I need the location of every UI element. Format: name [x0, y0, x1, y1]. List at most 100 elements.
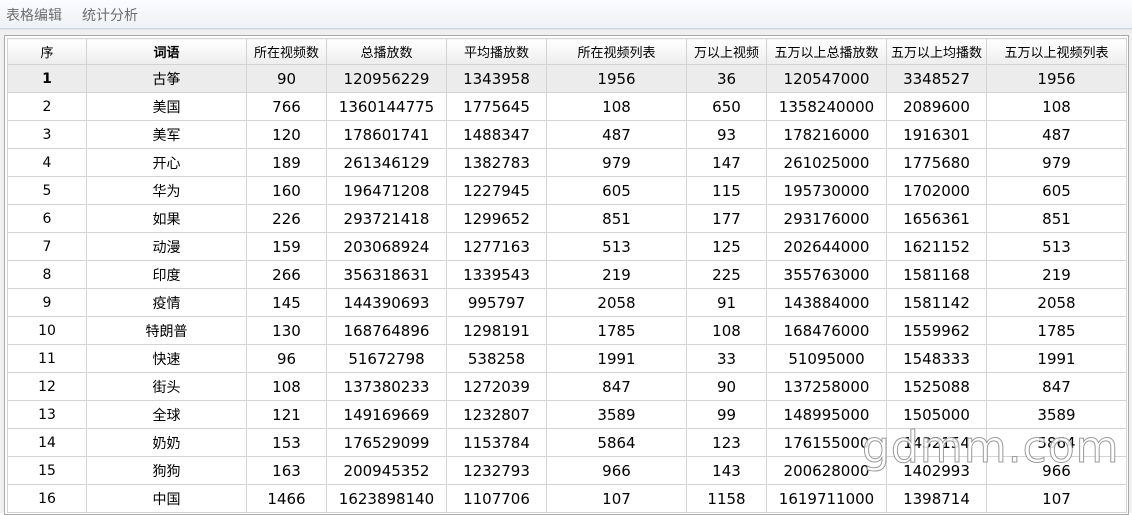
cell-avg-plays[interactable]: 1272039 [446, 372, 547, 401]
cell-avg-plays[interactable]: 1298191 [446, 316, 547, 345]
cell-over-10k-videos[interactable]: 123 [686, 428, 767, 457]
cell-video-count[interactable]: 153 [246, 428, 327, 457]
cell-video-count[interactable]: 226 [246, 204, 327, 233]
cell-word[interactable]: 开心 [86, 148, 247, 177]
cell-over-10k-videos[interactable]: 33 [686, 344, 767, 373]
cell-total-plays[interactable]: 1360144775 [326, 92, 447, 121]
cell-video-list[interactable]: 487 [546, 120, 687, 149]
cell-over-10k-videos[interactable]: 90 [686, 372, 767, 401]
table-row[interactable]: 16 中国 1466 1623898140 1107706 107 1158 16197110… [7, 484, 1127, 513]
table-row[interactable]: 6 如果 226 293721418 1299652 851 177 293176000 165… [7, 204, 1127, 233]
column-header-over-50k-avg-plays[interactable]: 五万以上均播数 [886, 38, 987, 65]
cell-video-list[interactable]: 851 [546, 204, 687, 233]
cell-seq[interactable]: 12 [7, 372, 87, 401]
cell-over-50k-total-plays[interactable]: 176155000 [766, 428, 887, 457]
cell-total-plays[interactable]: 196471208 [326, 176, 447, 205]
cell-over-50k-total-plays[interactable]: 120547000 [766, 64, 887, 93]
cell-over-50k-video-list[interactable]: 1956 [986, 64, 1127, 93]
cell-word[interactable]: 如果 [86, 204, 247, 233]
cell-over-50k-avg-plays[interactable]: 1916301 [886, 120, 987, 149]
cell-over-50k-total-plays[interactable]: 293176000 [766, 204, 887, 233]
cell-over-10k-videos[interactable]: 125 [686, 232, 767, 261]
cell-video-count[interactable]: 189 [246, 148, 327, 177]
cell-over-50k-total-plays[interactable]: 143884000 [766, 288, 887, 317]
cell-over-50k-total-plays[interactable]: 261025000 [766, 148, 887, 177]
cell-avg-plays[interactable]: 1775645 [446, 92, 547, 121]
cell-word[interactable]: 印度 [86, 260, 247, 289]
cell-video-count[interactable]: 121 [246, 400, 327, 429]
cell-over-50k-total-plays[interactable]: 148995000 [766, 400, 887, 429]
cell-seq[interactable]: 15 [7, 456, 87, 485]
cell-word[interactable]: 全球 [86, 400, 247, 429]
cell-total-plays[interactable]: 200945352 [326, 456, 447, 485]
cell-over-50k-video-list[interactable]: 1785 [986, 316, 1127, 345]
cell-video-count[interactable]: 160 [246, 176, 327, 205]
cell-word[interactable]: 中国 [86, 484, 247, 513]
cell-over-50k-total-plays[interactable]: 195730000 [766, 176, 887, 205]
cell-seq[interactable]: 8 [7, 260, 87, 289]
cell-over-50k-video-list[interactable]: 487 [986, 120, 1127, 149]
cell-over-10k-videos[interactable]: 1158 [686, 484, 767, 513]
column-header-over-10k-videos[interactable]: 万以上视频 [686, 38, 767, 65]
cell-over-10k-videos[interactable]: 177 [686, 204, 767, 233]
cell-total-plays[interactable]: 293721418 [326, 204, 447, 233]
table-row[interactable]: 15 狗狗 163 200945352 1232793 966 143 200628000 14… [7, 456, 1127, 485]
cell-avg-plays[interactable]: 1107706 [446, 484, 547, 513]
cell-video-list[interactable]: 219 [546, 260, 687, 289]
cell-over-10k-videos[interactable]: 91 [686, 288, 767, 317]
cell-avg-plays[interactable]: 1153784 [446, 428, 547, 457]
cell-seq[interactable]: 6 [7, 204, 87, 233]
cell-total-plays[interactable]: 178601741 [326, 120, 447, 149]
cell-over-50k-video-list[interactable]: 851 [986, 204, 1127, 233]
cell-seq[interactable]: 9 [7, 288, 87, 317]
cell-over-50k-total-plays[interactable]: 51095000 [766, 344, 887, 373]
cell-total-plays[interactable]: 51672798 [326, 344, 447, 373]
table-row[interactable]: 13 全球 121 149169669 1232807 3589 99 148995000 15… [7, 400, 1127, 429]
cell-total-plays[interactable]: 176529099 [326, 428, 447, 457]
cell-over-10k-videos[interactable]: 225 [686, 260, 767, 289]
cell-avg-plays[interactable]: 1277163 [446, 232, 547, 261]
cell-over-50k-total-plays[interactable]: 1619711000 [766, 484, 887, 513]
cell-total-plays[interactable]: 149169669 [326, 400, 447, 429]
cell-over-50k-avg-plays[interactable]: 1656361 [886, 204, 987, 233]
menu-statistics[interactable]: 统计分析 [82, 5, 138, 25]
cell-total-plays[interactable]: 261346129 [326, 148, 447, 177]
cell-word[interactable]: 疫情 [86, 288, 247, 317]
cell-avg-plays[interactable]: 1299652 [446, 204, 547, 233]
table-row[interactable]: 5 华为 160 196471208 1227945 605 115 195730000 170… [7, 176, 1127, 205]
table-row[interactable]: 12 街头 108 137380233 1272039 847 90 137258000 152… [7, 372, 1127, 401]
cell-word[interactable]: 动漫 [86, 232, 247, 261]
table-row[interactable]: 10 特朗普 130 168764896 1298191 1785 108 168476000… [7, 316, 1127, 345]
cell-video-list[interactable]: 2058 [546, 288, 687, 317]
cell-over-10k-videos[interactable]: 93 [686, 120, 767, 149]
cell-avg-plays[interactable]: 1339543 [446, 260, 547, 289]
cell-total-plays[interactable]: 120956229 [326, 64, 447, 93]
cell-seq[interactable]: 3 [7, 120, 87, 149]
cell-over-50k-total-plays[interactable]: 1358240000 [766, 92, 887, 121]
cell-over-10k-videos[interactable]: 143 [686, 456, 767, 485]
cell-total-plays[interactable]: 356318631 [326, 260, 447, 289]
table-row[interactable]: 11 快速 96 51672798 538258 1991 33 51095000 154833… [7, 344, 1127, 373]
cell-seq[interactable]: 5 [7, 176, 87, 205]
cell-over-50k-total-plays[interactable]: 137258000 [766, 372, 887, 401]
cell-over-50k-avg-plays[interactable]: 1525088 [886, 372, 987, 401]
column-header-over-50k-total-plays[interactable]: 五万以上总播放数 [766, 38, 887, 65]
cell-over-50k-total-plays[interactable]: 355763000 [766, 260, 887, 289]
cell-over-50k-video-list[interactable]: 5864 [986, 428, 1127, 457]
cell-word[interactable]: 奶奶 [86, 428, 247, 457]
column-header-video-list[interactable]: 所在视频列表 [546, 38, 687, 65]
cell-over-50k-video-list[interactable]: 605 [986, 176, 1127, 205]
cell-total-plays[interactable]: 168764896 [326, 316, 447, 345]
cell-over-50k-avg-plays[interactable]: 1432154 [886, 428, 987, 457]
cell-avg-plays[interactable]: 1488347 [446, 120, 547, 149]
cell-over-50k-video-list[interactable]: 107 [986, 484, 1127, 513]
cell-avg-plays[interactable]: 1227945 [446, 176, 547, 205]
table-row[interactable]: 1 古筝 90 120956229 1343958 1956 36 120547000 3348… [7, 64, 1127, 93]
table-row[interactable]: 7 动漫 159 203068924 1277163 513 125 202644000 162… [7, 232, 1127, 261]
cell-over-50k-avg-plays[interactable]: 1548333 [886, 344, 987, 373]
cell-avg-plays[interactable]: 995797 [446, 288, 547, 317]
cell-video-list[interactable]: 966 [546, 456, 687, 485]
cell-video-list[interactable]: 513 [546, 232, 687, 261]
cell-video-count[interactable]: 266 [246, 260, 327, 289]
menu-table-edit[interactable]: 表格编辑 [6, 5, 62, 25]
